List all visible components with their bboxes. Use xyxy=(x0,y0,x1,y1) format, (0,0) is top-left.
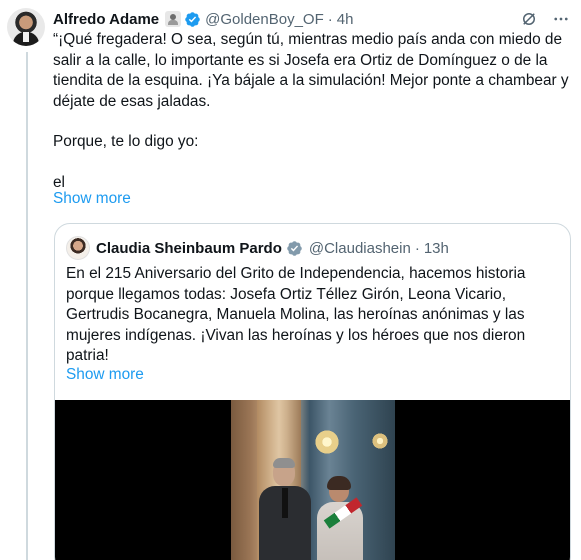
show-more-link[interactable]: Show more xyxy=(53,190,131,208)
author-handle[interactable]: @GoldenBoy_OF xyxy=(205,11,324,28)
verified-badge-icon xyxy=(287,240,302,256)
tweet-paragraph: Porque, te lo digo yo: xyxy=(53,133,199,150)
tweet-text: “¡Qué fregadera! O sea, según tú, mientr… xyxy=(53,30,569,193)
thread-connector-line xyxy=(26,52,28,560)
grok-icon[interactable] xyxy=(519,9,539,29)
quoted-author-name[interactable]: Claudia Sheinbaum Pardo xyxy=(96,240,282,257)
more-options-icon[interactable] xyxy=(551,9,571,29)
quoted-tweet-time[interactable]: 13h xyxy=(424,240,449,257)
media-photo[interactable] xyxy=(231,400,395,560)
quoted-tweet-header: Claudia Sheinbaum Pardo @Claudiashein · … xyxy=(66,236,449,260)
quoted-author-handle[interactable]: @Claudiashein xyxy=(309,240,411,257)
separator-dot: · xyxy=(327,10,333,28)
tweet-time[interactable]: 4h xyxy=(337,11,354,28)
quoted-show-more-link[interactable]: Show more xyxy=(66,366,144,384)
emoji-badge-icon xyxy=(165,11,182,27)
tweet-header: Alfredo Adame @GoldenBoy_OF · 4h xyxy=(53,8,571,30)
verified-badge-icon xyxy=(185,11,200,27)
quoted-tweet[interactable]: Claudia Sheinbaum Pardo @Claudiashein · … xyxy=(54,223,571,560)
author-name[interactable]: Alfredo Adame xyxy=(53,11,159,28)
separator-dot: · xyxy=(414,239,420,257)
quoted-tweet-media[interactable] xyxy=(55,400,570,560)
author-avatar[interactable] xyxy=(7,8,45,46)
quoted-author-avatar[interactable] xyxy=(66,236,90,260)
quoted-tweet-text: En el 215 Aniversario del Grito de Indep… xyxy=(66,265,526,364)
tweet-paragraph: “¡Qué fregadera! O sea, según tú, mientr… xyxy=(53,31,573,110)
